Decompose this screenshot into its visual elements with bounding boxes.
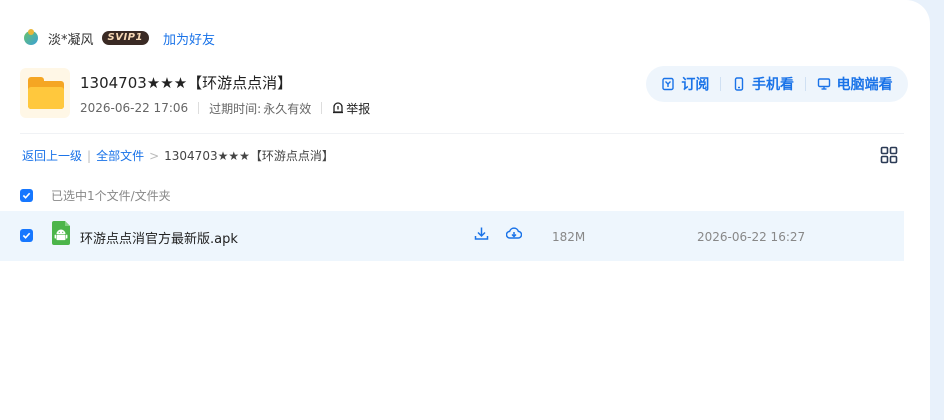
desktop-view-button[interactable]: 电脑端看	[817, 74, 893, 94]
breadcrumb-separator: >	[149, 148, 160, 163]
desktop-view-label: 电脑端看	[836, 77, 893, 93]
username[interactable]: 淡*凝风	[48, 29, 94, 48]
divider	[321, 102, 323, 114]
expire-value: 永久有效	[263, 101, 312, 116]
avatar[interactable]	[22, 29, 40, 47]
breadcrumb-separator: |	[87, 148, 92, 163]
share-date: 2026-06-22 17:06	[80, 101, 189, 115]
share-title: 1304703★★★【环游点点消】	[80, 74, 293, 92]
phone-icon	[734, 77, 744, 91]
android-apk-icon	[52, 221, 70, 245]
sharer-info: 淡*凝风 SVIP1 加为好友	[22, 28, 215, 48]
subscribe-icon	[662, 77, 675, 91]
table-row[interactable]: 环游点点消官方最新版.apk 182M 2026-06-22 16:27	[0, 211, 904, 261]
file-name[interactable]: 环游点点消官方最新版.apk	[80, 228, 238, 247]
add-friend-link[interactable]: 加为好友	[163, 29, 215, 48]
mobile-view-button[interactable]: 手机看	[732, 74, 794, 94]
report-label: 举报	[346, 101, 371, 116]
selection-count: 已选中1个文件/文件夹	[51, 188, 171, 203]
folder-thumbnail	[20, 68, 70, 118]
report-icon	[333, 102, 344, 114]
check-icon	[22, 232, 31, 239]
mobile-view-label: 手机看	[751, 77, 794, 93]
breadcrumb-current: 1304703★★★【环游点点消】	[164, 149, 334, 163]
file-date: 2026-06-22 16:27	[697, 230, 806, 244]
expire-label: 过期时间:	[209, 101, 262, 116]
subscribe-button[interactable]: 订阅	[661, 74, 709, 94]
all-files-link[interactable]: 全部文件	[96, 147, 144, 164]
save-to-cloud-icon[interactable]	[506, 226, 522, 241]
folder-icon	[28, 77, 64, 109]
share-page-card: 淡*凝风 SVIP1 加为好友 1304703★★★【环游点点消】 2026-0…	[0, 0, 930, 420]
check-icon	[22, 192, 31, 199]
breadcrumb: 返回上一级 | 全部文件 > 1304703★★★【环游点点消】	[22, 147, 334, 164]
divider	[198, 102, 200, 114]
grid-view-icon[interactable]	[880, 146, 898, 164]
select-all-row: 已选中1个文件/文件夹	[20, 186, 171, 204]
view-actions: 订阅 手机看 电脑端看	[646, 66, 908, 102]
monitor-icon	[817, 78, 830, 90]
share-meta: 2026-06-22 17:06 过期时间: 永久有效 举报	[80, 99, 370, 117]
vip-badge: SVIP1	[101, 31, 149, 45]
select-all-checkbox[interactable]	[20, 188, 33, 202]
back-link[interactable]: 返回上一级	[22, 147, 82, 164]
download-icon[interactable]	[474, 226, 489, 241]
report-button[interactable]: 举报	[332, 100, 370, 117]
file-checkbox[interactable]	[20, 229, 33, 242]
header-divider	[20, 133, 904, 134]
divider	[804, 77, 806, 91]
file-size: 182M	[552, 230, 586, 244]
divider	[720, 77, 722, 91]
subscribe-label: 订阅	[681, 77, 710, 93]
